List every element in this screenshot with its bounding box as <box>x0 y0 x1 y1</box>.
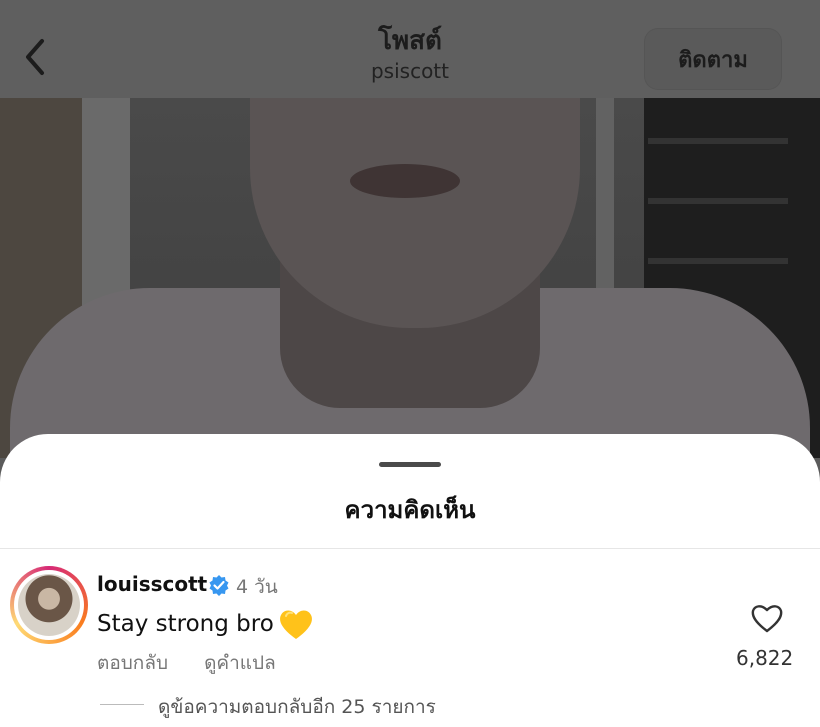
replies-line <box>100 704 144 705</box>
comment-text: Stay strong bro <box>97 611 274 637</box>
reply-button[interactable]: ตอบกลับ <box>97 652 168 674</box>
comments-sheet: ความคิดเห็น louisscott 4 วัน Stay strong… <box>0 434 820 727</box>
shelf-line <box>648 258 788 264</box>
comments-title: ความคิดเห็น <box>344 496 476 524</box>
translate-button[interactable]: ดูคำแปล <box>204 652 276 674</box>
shelf-line <box>648 198 788 204</box>
drag-handle[interactable] <box>379 462 441 467</box>
follow-button[interactable]: ติดตาม <box>644 28 782 90</box>
comment-actions: ตอบกลับ ดูคำแปล <box>97 648 306 678</box>
comment-time: 4 วัน <box>236 576 278 598</box>
top-bar: โพสต์ psiscott ติดตาม <box>0 0 820 98</box>
comment-text-row: Stay strong bro <box>97 604 316 644</box>
divider <box>0 548 820 549</box>
post-photo <box>0 98 820 458</box>
heart-icon[interactable] <box>750 602 784 634</box>
view-more-replies[interactable]: ดูข้อความตอบกลับอีก 25 รายการ <box>158 692 436 722</box>
photo-lips <box>350 164 460 198</box>
shelf-line <box>648 138 788 144</box>
avatar[interactable] <box>18 574 80 636</box>
comment-username[interactable]: louisscott <box>97 572 207 596</box>
like-count: 6,822 <box>736 646 794 670</box>
verified-badge-icon <box>209 575 229 596</box>
yellow-heart-emoji-icon <box>279 610 312 639</box>
